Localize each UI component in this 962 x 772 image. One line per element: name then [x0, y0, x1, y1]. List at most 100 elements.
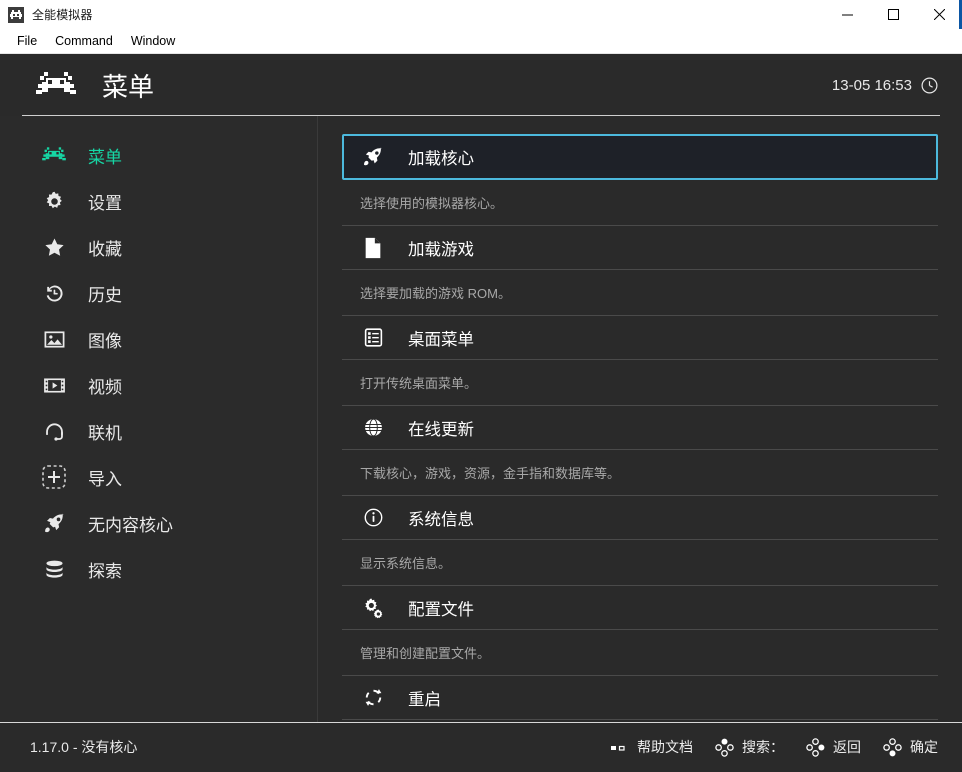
sidebar-item-netplay[interactable]: 联机 — [0, 408, 317, 454]
footer-action-label: 确定 — [910, 739, 938, 755]
minimize-button[interactable] — [824, 0, 870, 29]
entry-label: 在线更新 — [408, 420, 474, 439]
sidebar-item-label: 导入 — [88, 469, 122, 489]
globe-icon — [360, 415, 386, 441]
space-invader-icon — [8, 6, 24, 23]
entry-online-updater[interactable]: 在线更新 — [342, 406, 938, 450]
sidebar-item-video[interactable]: 视频 — [0, 362, 317, 408]
footer-back[interactable]: 返回 — [806, 737, 861, 757]
window-title: 全能模拟器 — [32, 8, 93, 22]
entry-sublabel: 下载核心，游戏，资源，金手指和数据库等。 — [342, 450, 938, 496]
sidebar-item-history[interactable]: 历史 — [0, 270, 317, 316]
gear-icon — [40, 187, 68, 215]
footer-search[interactable]: 搜索： — [715, 737, 784, 757]
entry-sublabel: 选择使用的模拟器核心。 — [342, 180, 938, 226]
sidebar-item-label: 无内容核心 — [88, 515, 173, 535]
sidebar-item-label: 设置 — [88, 193, 122, 213]
footer-action-label: 搜索： — [742, 739, 784, 755]
retroarch-header: 菜单 13-05 16:53 — [0, 54, 962, 116]
clock-icon — [921, 76, 938, 94]
close-button[interactable] — [916, 0, 962, 29]
footer-divider — [0, 722, 962, 723]
page-title: 菜单 — [102, 71, 155, 102]
plus-dashed-icon — [40, 463, 68, 491]
status-bar: 1.17.0 - 没有核心 帮助文档 搜索： 返回 确定 — [0, 722, 962, 772]
entry-sublabel: 显示系统信息。 — [342, 540, 938, 586]
entry-restart[interactable]: 重启 — [342, 676, 938, 720]
space-invader-icon — [36, 72, 76, 94]
pad-top-icon — [715, 738, 734, 757]
sidebar-item-explore[interactable]: 探索 — [0, 546, 317, 592]
dots-help-icon — [610, 738, 629, 757]
list-icon — [360, 325, 386, 351]
entry-label: 加载游戏 — [408, 240, 474, 259]
menu-command[interactable]: Command — [46, 31, 122, 51]
sidebar-item-favorites[interactable]: 收藏 — [0, 224, 317, 270]
application-window: 全能模拟器 File Command Window 菜单 13-05 16:53… — [0, 0, 962, 772]
retroarch-ui: 菜单 13-05 16:53 菜单 设置 收藏 历史 图像 视频 联机 导入 无… — [0, 54, 962, 772]
entry-label: 配置文件 — [408, 600, 474, 619]
gears-icon — [360, 595, 386, 621]
refresh-icon — [360, 685, 386, 711]
header-clock: 13-05 16:53 — [832, 77, 938, 94]
sidebar-item-label: 探索 — [88, 561, 122, 581]
sidebar-item-label: 视频 — [88, 377, 122, 397]
sidebar-item-menu[interactable]: 菜单 — [0, 132, 317, 178]
title-bar: 全能模拟器 — [0, 0, 962, 29]
footer-actions: 帮助文档 搜索： 返回 确定 — [610, 737, 938, 757]
sidebar-item-contentless-cores[interactable]: 无内容核心 — [0, 500, 317, 546]
header-left: 菜单 — [34, 67, 154, 104]
menu-file[interactable]: File — [8, 31, 46, 51]
entry-configurations[interactable]: 配置文件 — [342, 586, 938, 630]
maximize-icon — [887, 9, 899, 20]
minimize-icon — [841, 14, 853, 16]
footer-help[interactable]: 帮助文档 — [610, 737, 693, 757]
content-list: 加载核心 选择使用的模拟器核心。 加载游戏 选择要加载的游戏 ROM。 桌面菜单… — [318, 116, 962, 722]
menu-window[interactable]: Window — [122, 31, 184, 51]
entry-load-core[interactable]: 加载核心 — [342, 134, 938, 180]
clock-text: 13-05 16:53 — [831, 76, 912, 94]
rocket-icon — [40, 509, 68, 537]
sidebar-item-import[interactable]: 导入 — [0, 454, 317, 500]
rocket-icon — [360, 144, 386, 170]
image-icon — [40, 325, 68, 353]
headset-icon — [40, 417, 68, 445]
footer-action-label: 帮助文档 — [637, 739, 693, 755]
film-icon — [40, 371, 68, 399]
sidebar-item-label: 收藏 — [88, 239, 122, 259]
entry-label: 桌面菜单 — [408, 330, 474, 349]
menu-bar: File Command Window — [0, 29, 962, 54]
window-controls — [824, 0, 962, 29]
star-icon — [40, 233, 68, 261]
sidebar: 菜单 设置 收藏 历史 图像 视频 联机 导入 无内容核心 探索 — [0, 116, 318, 722]
close-icon — [933, 9, 945, 20]
sidebar-item-label: 菜单 — [88, 147, 122, 167]
entry-label: 重启 — [408, 690, 441, 709]
pad-bottom-icon — [883, 737, 902, 757]
sidebar-item-images[interactable]: 图像 — [0, 316, 317, 362]
sidebar-item-label: 联机 — [88, 423, 122, 443]
database-icon — [40, 555, 68, 583]
entry-load-content[interactable]: 加载游戏 — [342, 226, 938, 270]
pad-right-icon — [806, 737, 825, 757]
footer-ok[interactable]: 确定 — [883, 737, 938, 757]
version-label: 1.17.0 - 没有核心 — [30, 739, 138, 755]
entry-sublabel: 打开传统桌面菜单。 — [342, 360, 938, 406]
entry-desktop-menu[interactable]: 桌面菜单 — [342, 316, 938, 360]
footer-action-label: 返回 — [833, 739, 861, 755]
main-area: 菜单 设置 收藏 历史 图像 视频 联机 导入 无内容核心 探索 加载核心 选择… — [0, 116, 962, 722]
entry-sublabel: 选择要加载的游戏 ROM。 — [342, 270, 938, 316]
title-bar-left: 全能模拟器 — [0, 6, 93, 23]
entry-label: 系统信息 — [408, 510, 474, 529]
header-divider — [22, 115, 940, 116]
history-icon — [40, 279, 68, 307]
file-icon — [360, 235, 386, 261]
sidebar-item-label: 历史 — [88, 285, 122, 305]
entry-sublabel: 管理和创建配置文件。 — [342, 630, 938, 676]
space-invader-icon — [40, 141, 68, 169]
sidebar-item-label: 图像 — [88, 331, 122, 351]
entry-information[interactable]: 系统信息 — [342, 496, 938, 540]
sidebar-item-settings[interactable]: 设置 — [0, 178, 317, 224]
maximize-button[interactable] — [870, 0, 916, 29]
info-icon — [360, 505, 386, 531]
